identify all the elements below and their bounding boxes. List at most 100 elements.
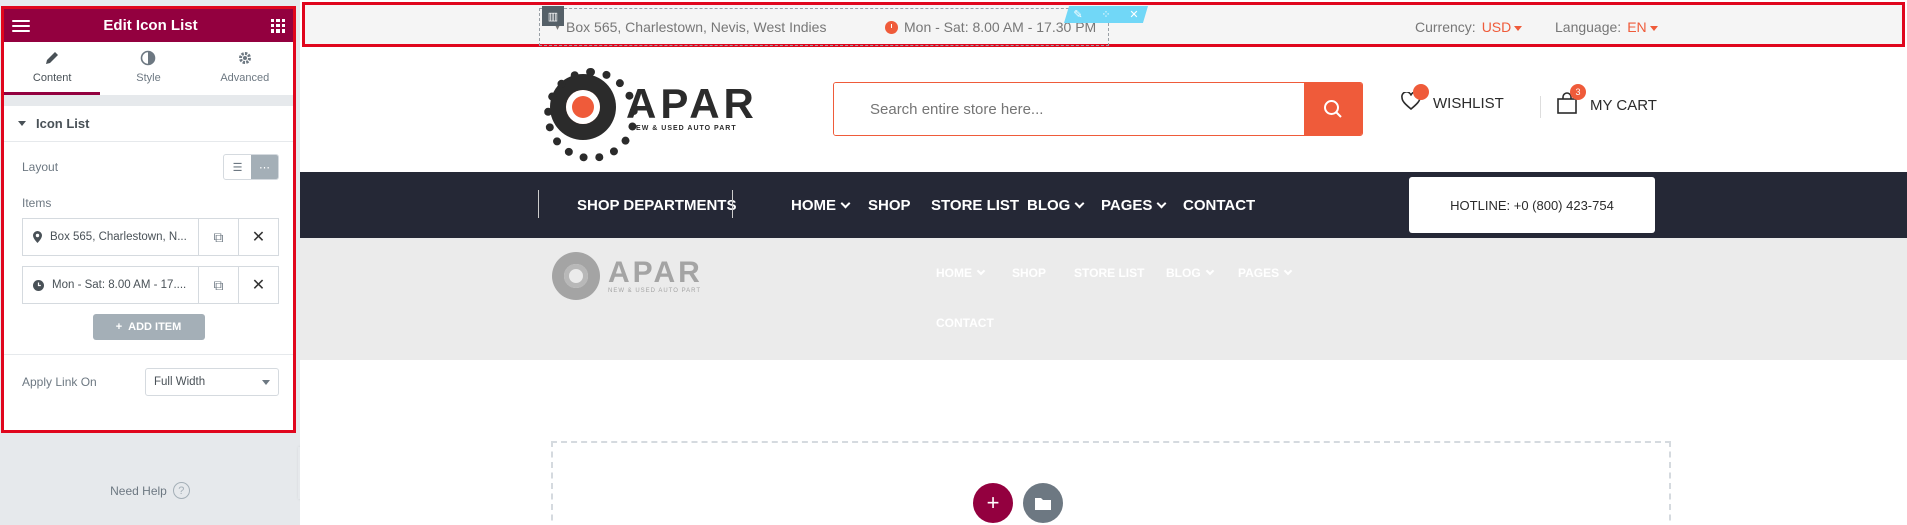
menu-icon[interactable] bbox=[12, 19, 30, 32]
site-logo[interactable]: APAR NEW & USED AUTO PART bbox=[544, 68, 758, 162]
layout-control: Layout ☰ ⋯ bbox=[4, 142, 293, 192]
apply-link-select[interactable]: Full Width bbox=[145, 368, 279, 396]
chevron-down-icon bbox=[1074, 198, 1085, 209]
heart-icon bbox=[1401, 84, 1429, 114]
wishlist-badge bbox=[1413, 84, 1429, 100]
add-section-button[interactable]: + bbox=[973, 483, 1013, 523]
contrast-icon bbox=[141, 50, 156, 66]
duplicate-button[interactable]: ⧉ bbox=[198, 267, 238, 303]
widget-toolbar: ✎ ⁘ ✕ bbox=[1064, 6, 1148, 23]
sticky-nav-label: STORE LIST bbox=[1074, 266, 1145, 280]
nav-item-store-list[interactable]: STORE LIST bbox=[931, 197, 1019, 214]
map-pin-icon bbox=[33, 231, 42, 243]
column-edit-handle[interactable]: ▥ bbox=[542, 6, 564, 26]
caret-down-icon bbox=[1514, 25, 1523, 31]
tab-advanced-label: Advanced bbox=[220, 72, 270, 84]
search-bar bbox=[833, 82, 1363, 136]
site-preview: ▾ Box 565, Charlestown, Nevis, West Indi… bbox=[300, 0, 1907, 525]
copy-icon: ⧉ bbox=[213, 276, 224, 293]
tab-content[interactable]: Content bbox=[4, 42, 101, 95]
nav-item-label: HOME bbox=[791, 197, 836, 214]
pencil-icon bbox=[46, 52, 59, 64]
section-icon-list-toggle[interactable]: Icon List bbox=[4, 106, 293, 142]
nav-item-label: STORE LIST bbox=[931, 197, 1020, 214]
sticky-nav-contact[interactable]: CONTACT bbox=[936, 316, 994, 330]
hotline-text: HOTLINE: +0 (800) 423-754 bbox=[1450, 197, 1614, 213]
sticky-nav-shop[interactable]: SHOP bbox=[1012, 266, 1046, 280]
nav-item-label: BLOG bbox=[1027, 197, 1071, 214]
items-label: Items bbox=[22, 196, 52, 210]
layout-inline-button[interactable]: ⋯ bbox=[251, 155, 278, 179]
nav-item-shop[interactable]: SHOP bbox=[868, 197, 911, 214]
sticky-nav-label: CONTACT bbox=[936, 316, 994, 330]
close-icon: ✕ bbox=[251, 229, 266, 246]
sticky-logo[interactable]: APAR NEW & USED AUTO PART bbox=[552, 252, 703, 300]
wishlist-link[interactable]: WISHLIST bbox=[1401, 84, 1504, 114]
currency-label: Currency: bbox=[1415, 19, 1476, 35]
repeater-item: Mon - Sat: 8.00 AM - 17.... ⧉ ✕ bbox=[22, 266, 279, 304]
sticky-nav-pages[interactable]: PAGES bbox=[1238, 266, 1293, 280]
need-help-link[interactable]: Need Help ? bbox=[0, 482, 300, 499]
panel-tabs: Content Style Advanced bbox=[4, 42, 293, 96]
repeater-item-title[interactable]: Mon - Sat: 8.00 AM - 17.... bbox=[23, 279, 198, 291]
sticky-nav-store-list[interactable]: STORE LIST bbox=[1074, 266, 1144, 280]
caret-down-icon bbox=[18, 121, 26, 126]
columns-icon: ▥ bbox=[547, 10, 559, 23]
drag-handle-icon[interactable]: ⁘ bbox=[1101, 8, 1110, 21]
search-icon bbox=[1324, 100, 1342, 118]
logo-text: APAR bbox=[626, 79, 758, 127]
tab-style[interactable]: Style bbox=[100, 42, 196, 95]
language-switcher[interactable]: Language: EN bbox=[1555, 19, 1658, 35]
hotline-box[interactable]: HOTLINE: +0 (800) 423-754 bbox=[1409, 177, 1655, 233]
logo-gear-icon bbox=[552, 252, 600, 300]
dropdown-arrow-icon bbox=[262, 379, 270, 385]
panel-title: Edit Icon List bbox=[103, 17, 198, 34]
apply-link-control: Apply Link On Full Width bbox=[4, 355, 293, 409]
tab-style-label: Style bbox=[136, 72, 161, 84]
chevron-down-icon bbox=[1205, 266, 1214, 276]
repeater-item: Box 565, Charlestown, N... ⧉ ✕ bbox=[22, 218, 279, 256]
add-section-dropzone: + bbox=[551, 441, 1671, 525]
nav-item-contact[interactable]: CONTACT bbox=[1183, 197, 1255, 214]
duplicate-button[interactable]: ⧉ bbox=[198, 219, 238, 255]
search-input[interactable] bbox=[834, 83, 1304, 135]
panel-header: Edit Icon List bbox=[4, 9, 293, 42]
sticky-nav-label: PAGES bbox=[1238, 266, 1280, 280]
remove-button[interactable]: ✕ bbox=[238, 267, 278, 303]
close-icon[interactable]: ✕ bbox=[1129, 8, 1138, 21]
cart-label: MY CART bbox=[1590, 96, 1657, 114]
repeater-item-text: Mon - Sat: 8.00 AM - 17.... bbox=[52, 279, 187, 291]
currency-switcher[interactable]: Currency: USD bbox=[1415, 19, 1523, 35]
layout-default-button[interactable]: ☰ bbox=[224, 155, 251, 179]
add-template-button[interactable] bbox=[1023, 483, 1063, 523]
editor-panel-frame: Edit Icon List Content Style Advanced Ic… bbox=[1, 6, 296, 433]
remove-button[interactable]: ✕ bbox=[238, 219, 278, 255]
editor-panel: Edit Icon List Content Style Advanced Ic… bbox=[0, 0, 300, 525]
nav-item-home[interactable]: HOME bbox=[791, 197, 851, 214]
repeater-item-text: Box 565, Charlestown, N... bbox=[50, 231, 187, 243]
nav-item-pages[interactable]: PAGES bbox=[1101, 197, 1167, 214]
bag-icon: 3 bbox=[1556, 84, 1586, 118]
sticky-nav-blog[interactable]: BLOG bbox=[1166, 266, 1214, 280]
nav-item-blog[interactable]: BLOG bbox=[1027, 197, 1085, 214]
help-icon: ? bbox=[172, 482, 190, 499]
shop-departments-menu[interactable]: SHOP DEPARTMENTS bbox=[577, 197, 736, 214]
widgets-grid-icon[interactable] bbox=[270, 18, 285, 33]
nav-item-label: SHOP bbox=[868, 197, 911, 214]
apply-link-value: Full Width bbox=[154, 376, 206, 388]
tab-advanced[interactable]: Advanced bbox=[197, 42, 293, 95]
cart-count-badge: 3 bbox=[1570, 84, 1586, 100]
add-item-button[interactable]: + ADD ITEM bbox=[92, 314, 205, 340]
caret-down-icon bbox=[1649, 25, 1658, 31]
currency-value: USD bbox=[1482, 19, 1523, 35]
sticky-nav-home[interactable]: HOME bbox=[936, 266, 986, 280]
apply-link-label: Apply Link On bbox=[22, 375, 97, 389]
widget-edit-outline bbox=[539, 8, 1109, 46]
search-button[interactable] bbox=[1304, 83, 1362, 135]
add-item-label: ADD ITEM bbox=[128, 321, 182, 333]
sticky-header-preview: APAR NEW & USED AUTO PART HOME SHOP STOR… bbox=[300, 238, 1907, 360]
repeater-item-title[interactable]: Box 565, Charlestown, N... bbox=[23, 231, 198, 243]
cart-link[interactable]: 3 MY CART bbox=[1556, 84, 1657, 118]
edit-pencil-icon[interactable]: ✎ bbox=[1073, 8, 1082, 21]
folder-icon bbox=[1035, 497, 1051, 510]
